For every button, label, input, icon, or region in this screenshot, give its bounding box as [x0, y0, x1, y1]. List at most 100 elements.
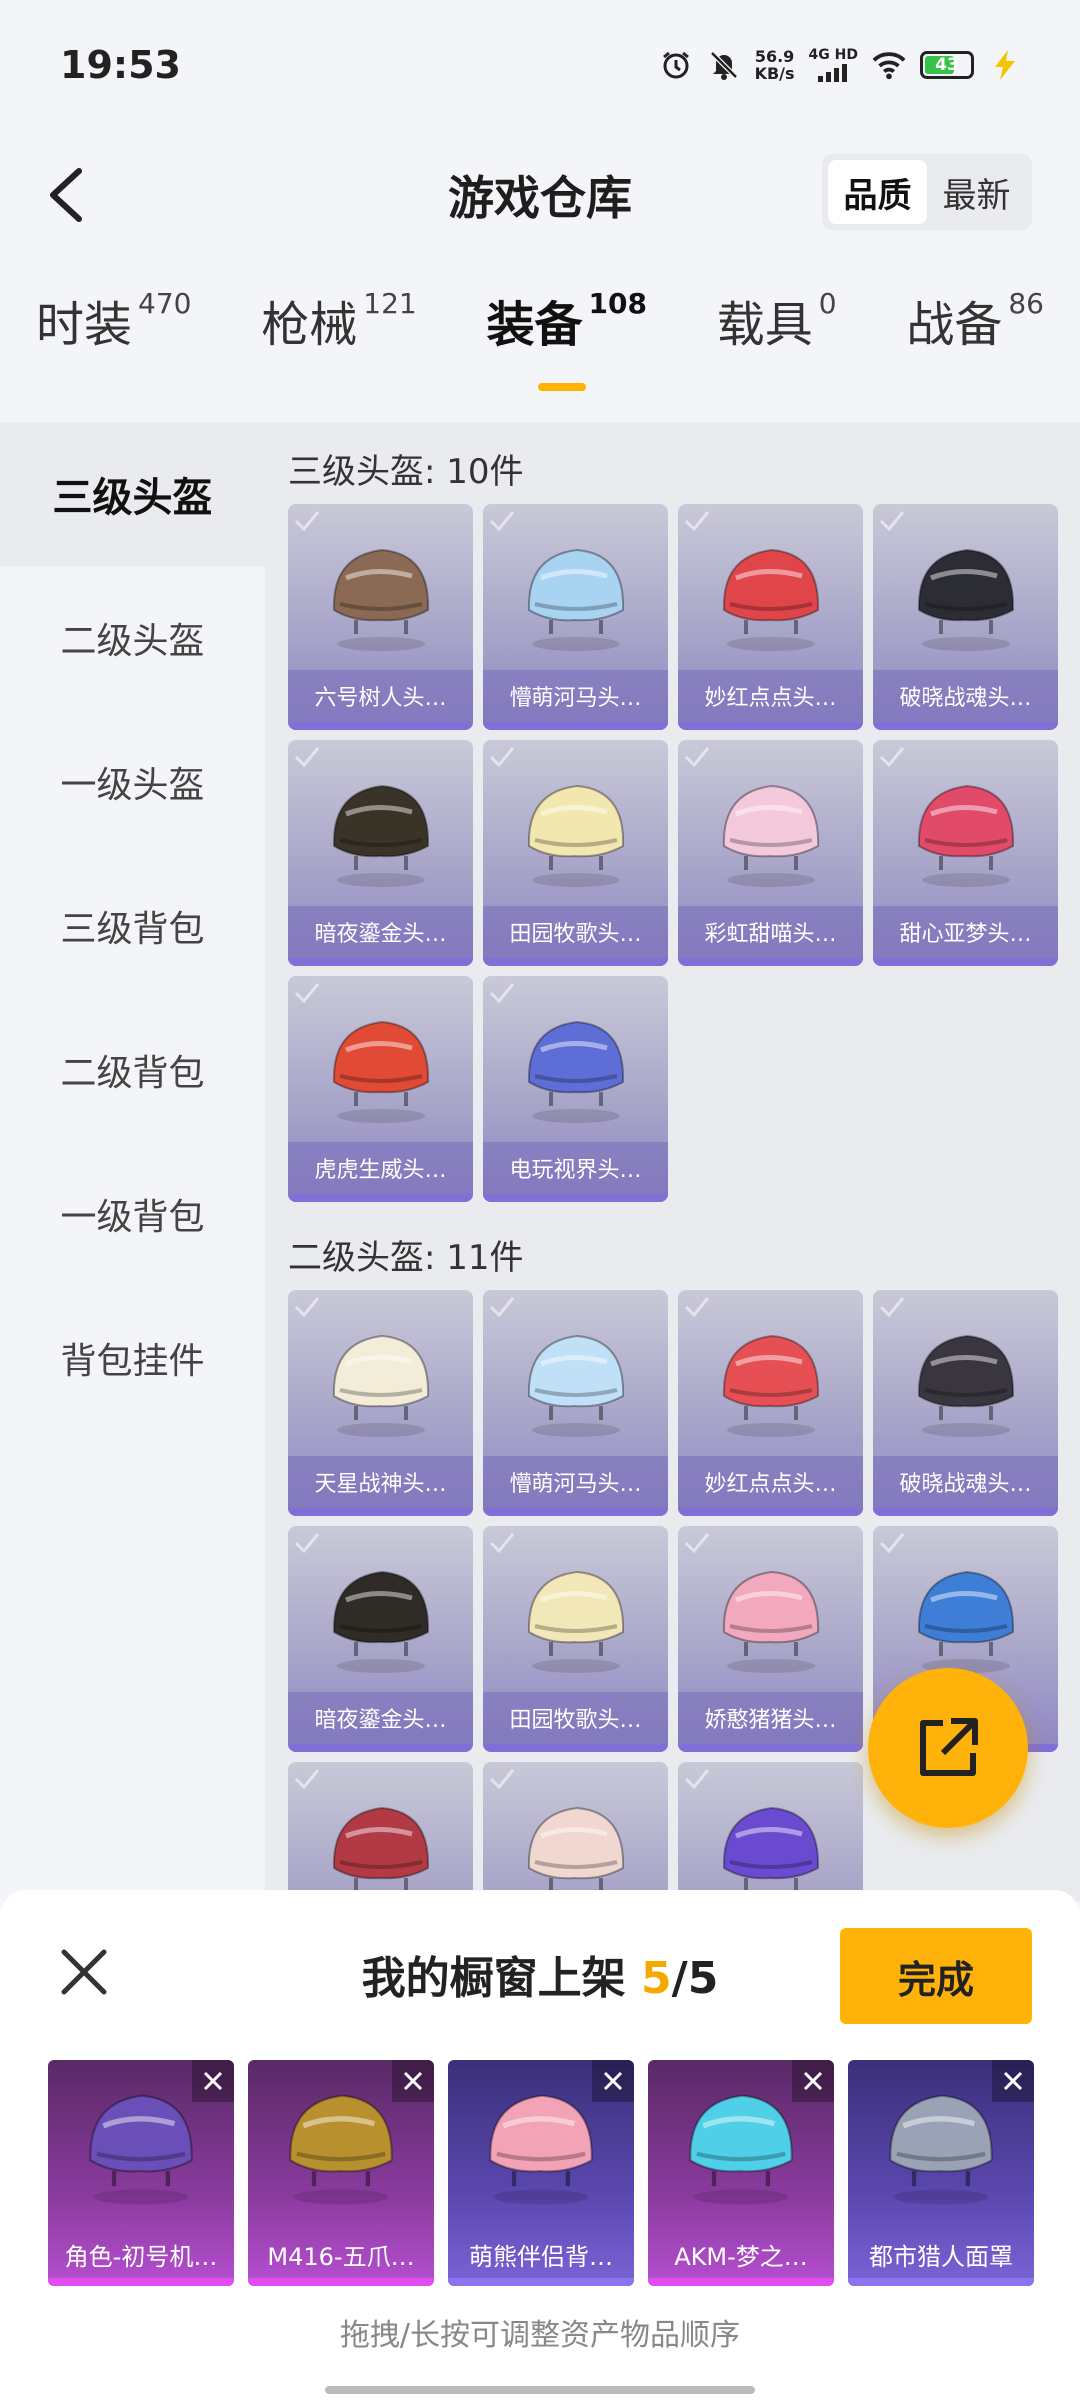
helmet-icon [917, 784, 1014, 887]
helmet-icon [722, 548, 819, 651]
item-card[interactable]: 暗夜鎏金头… [288, 740, 473, 966]
rarity-bar [873, 1508, 1058, 1516]
item-card[interactable]: 破晓战魂头… [873, 1290, 1058, 1516]
showcase-item[interactable]: M416-五爪… [248, 2060, 434, 2286]
checkmark-icon [684, 511, 710, 532]
close-icon [403, 2071, 423, 2091]
item-grid: 六号树人头… 懵萌河马头… 妙红点点头… 破晓战魂头… 暗夜鎏金头… 田园牧歌头… 彩虹甜喵… [288, 504, 1068, 1202]
item-card[interactable]: 妙红点点头… [678, 1290, 863, 1516]
home-indicator[interactable] [325, 2386, 755, 2394]
tab-vehicles[interactable]: 载具 0 [717, 285, 837, 355]
rarity-bar [483, 1744, 668, 1752]
checkmark-icon [294, 1769, 320, 1790]
showcase-item[interactable]: 都市猎人面罩 [848, 2060, 1034, 2286]
remove-item-button[interactable] [792, 2060, 834, 2102]
tab-supplies[interactable]: 战备 86 [906, 285, 1044, 355]
active-tab-indicator [538, 383, 587, 391]
done-button[interactable]: 完成 [840, 1928, 1032, 2024]
sort-by-quality[interactable]: 品质 [828, 160, 927, 224]
helmet-icon [332, 548, 429, 651]
item-card[interactable]: 彩虹甜喵头… [678, 740, 863, 966]
item-card[interactable]: 田园牧歌头… [483, 740, 668, 966]
item-thumbnail [316, 1550, 446, 1680]
helmet-icon [917, 1334, 1014, 1437]
item-name: 暗夜鎏金头… [288, 1692, 473, 1744]
item-card[interactable]: 破晓战魂头… [873, 504, 1058, 730]
item-card[interactable]: 田园牧歌头… [483, 1526, 668, 1752]
item-name: 电玩视界头… [483, 1142, 668, 1194]
cell-signal: 4G HD [809, 48, 858, 82]
section-title: 三级头盔: 10件 [288, 451, 524, 492]
item-icon [289, 2094, 393, 2205]
checkmark-icon [879, 1533, 905, 1554]
helmet-icon [722, 1570, 819, 1673]
item-card[interactable] [678, 1762, 863, 1902]
helmet-icon [527, 1570, 624, 1673]
remove-item-button[interactable] [192, 2060, 234, 2102]
item-card[interactable]: 六号树人头… [288, 504, 473, 730]
checkmark-icon [294, 511, 320, 532]
helmet-icon [722, 784, 819, 887]
sidebar-item-level3-backpack[interactable]: 三级背包 [0, 854, 265, 998]
back-button[interactable] [30, 160, 100, 230]
item-thumbnail [706, 1786, 836, 1902]
sidebar-item-level1-backpack[interactable]: 一级背包 [0, 1142, 265, 1286]
tab-equipment[interactable]: 装备 108 [486, 285, 647, 391]
rarity-bar [848, 2278, 1034, 2286]
tab-outfits[interactable]: 时装 470 [36, 285, 191, 355]
checkmark-icon [294, 747, 320, 768]
item-name: 天星战神头… [288, 1456, 473, 1508]
chevron-left-icon [50, 168, 82, 222]
item-card[interactable] [483, 1762, 668, 1902]
rarity-bar [483, 1508, 668, 1516]
item-card[interactable]: 虎虎生威头… [288, 976, 473, 1202]
checkmark-icon [879, 747, 905, 768]
item-card[interactable]: 娇憨猪猪头… [678, 1526, 863, 1752]
sidebar-item-level2-helmet[interactable]: 二级头盔 [0, 566, 265, 710]
helmet-icon [332, 784, 429, 887]
checkmark-icon [489, 1533, 515, 1554]
item-card[interactable]: 电玩视界头… [483, 976, 668, 1202]
item-thumbnail [901, 764, 1031, 894]
battery-indicator: 43 [920, 51, 974, 79]
showcase-shelf: 角色-初号机… M416-五爪… 萌熊伴侣背… AKM-梦之… 都市猎人面罩 [48, 2060, 1034, 2286]
item-card[interactable]: 懵萌河马头… [483, 504, 668, 730]
rarity-bar [678, 1744, 863, 1752]
item-card[interactable] [288, 1762, 473, 1902]
alarm-icon [659, 48, 693, 82]
tab-guns[interactable]: 枪械 121 [261, 285, 416, 355]
sidebar-item-level3-helmet[interactable]: 三级头盔 [0, 422, 265, 566]
remove-item-button[interactable] [992, 2060, 1034, 2102]
item-card[interactable]: 天星战神头… [288, 1290, 473, 1516]
showcase-item-thumbnail [871, 2072, 1011, 2212]
showcase-item[interactable]: AKM-梦之… [648, 2060, 834, 2286]
rarity-bar [288, 722, 473, 730]
close-icon [1003, 2071, 1023, 2091]
net-speed: 56.9 KB/s [754, 47, 795, 83]
sidebar-item-level2-backpack[interactable]: 二级背包 [0, 998, 265, 1142]
item-card[interactable]: 暗夜鎏金头… [288, 1526, 473, 1752]
sidebar-item-level1-helmet[interactable]: 一级头盔 [0, 710, 265, 854]
sidebar-item-backpack-charm[interactable]: 背包挂件 [0, 1286, 265, 1430]
remove-item-button[interactable] [392, 2060, 434, 2102]
item-name: 暗夜鎏金头… [288, 906, 473, 958]
section-title: 二级头盔: 11件 [288, 1237, 524, 1278]
remove-item-button[interactable] [592, 2060, 634, 2102]
showcase-panel: 我的橱窗上架 5/5 完成 角色-初号机… M416-五爪… 萌熊伴侣背… AKM-梦… [0, 1890, 1080, 2400]
showcase-item[interactable]: 角色-初号机… [48, 2060, 234, 2286]
item-card[interactable]: 妙红点点头… [678, 504, 863, 730]
rarity-bar [648, 2278, 834, 2286]
item-card[interactable]: 甜心亚梦头… [873, 740, 1058, 966]
mute-icon [707, 48, 741, 82]
checkmark-icon [684, 747, 710, 768]
checkmark-icon [294, 983, 320, 1004]
showcase-item[interactable]: 萌熊伴侣背… [448, 2060, 634, 2286]
sort-by-newest[interactable]: 最新 [927, 160, 1026, 224]
checkmark-icon [489, 747, 515, 768]
rarity-bar [873, 722, 1058, 730]
item-name: 虎虎生威头… [288, 1142, 473, 1194]
item-card[interactable]: 懵萌河马头… [483, 1290, 668, 1516]
close-icon [203, 2071, 223, 2091]
share-button[interactable] [868, 1668, 1028, 1828]
item-thumbnail [706, 764, 836, 894]
